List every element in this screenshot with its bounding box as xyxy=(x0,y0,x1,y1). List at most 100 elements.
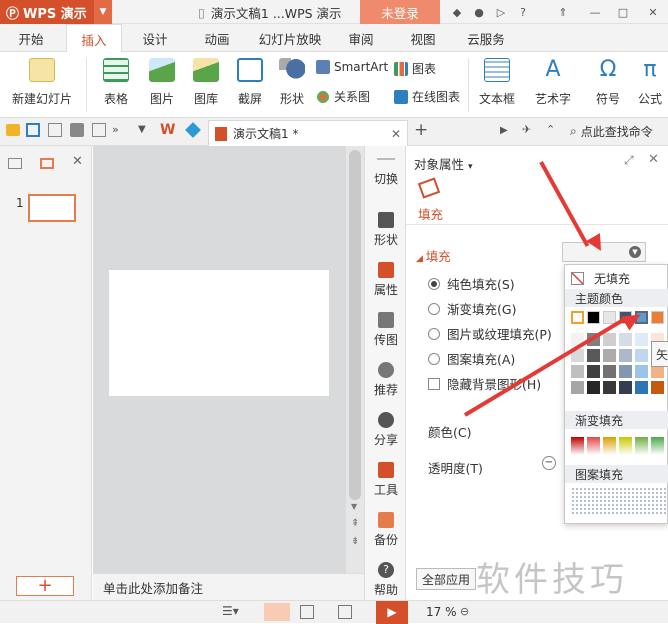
gradient-swatch[interactable] xyxy=(571,437,584,455)
color-swatch[interactable] xyxy=(603,381,616,394)
gradient-swatch[interactable] xyxy=(651,437,664,455)
color-swatch[interactable] xyxy=(603,333,616,346)
add-slide-button[interactable]: + xyxy=(16,576,74,596)
tab-insert[interactable]: 插入 xyxy=(66,24,122,53)
print-preview-icon[interactable] xyxy=(92,123,106,137)
smartart-button[interactable]: SmartArt xyxy=(316,60,388,74)
color-swatch[interactable] xyxy=(619,381,632,394)
tools-tool[interactable]: 工具 xyxy=(365,462,407,498)
tab-design[interactable]: 设计 xyxy=(132,24,178,52)
slide[interactable] xyxy=(109,270,329,396)
color-swatch[interactable] xyxy=(635,381,648,394)
color-swatch[interactable] xyxy=(571,381,584,394)
pattern-fill-option[interactable]: 图案填充(A) xyxy=(428,349,515,368)
undock-icon[interactable]: ⤢ xyxy=(624,153,634,168)
color-swatch[interactable] xyxy=(587,311,600,324)
table-button[interactable]: 表格 xyxy=(96,58,136,107)
picture-button[interactable]: 图片 xyxy=(142,58,182,107)
gallery-button[interactable]: 图库 xyxy=(186,58,226,107)
help-icon[interactable]: ? xyxy=(514,3,532,21)
textbox-button[interactable]: 文本框 xyxy=(474,58,520,107)
shape-tool[interactable]: 形状 xyxy=(365,212,407,248)
wps-w-icon[interactable]: W xyxy=(160,122,175,138)
no-fill-option[interactable]: 无填充 xyxy=(571,270,630,287)
scroll-down-icon[interactable]: ▼ xyxy=(351,502,357,511)
document-tab[interactable]: 演示文稿1 * ✕ xyxy=(208,120,408,146)
prev-slide-icon[interactable]: ⇞ xyxy=(351,518,359,529)
close-panel-icon[interactable]: ✕ xyxy=(648,152,659,167)
apply-all-button[interactable]: 全部应用 xyxy=(416,568,476,590)
vertical-scrollbar[interactable]: ▼ ⇞ ⇟ xyxy=(346,146,364,573)
feedback-icon[interactable]: ▷ xyxy=(492,3,510,21)
color-swatch[interactable] xyxy=(619,349,632,362)
tab-home[interactable]: 开始 xyxy=(8,24,54,52)
save-icon[interactable] xyxy=(26,123,40,137)
open-folder-icon[interactable] xyxy=(6,124,20,136)
color-swatch[interactable] xyxy=(571,311,584,324)
wordart-button[interactable]: A 艺术字 xyxy=(530,58,576,107)
sorter-view-icon[interactable] xyxy=(300,605,314,619)
color-swatch[interactable] xyxy=(603,349,616,362)
formula-button[interactable]: π 公式 xyxy=(632,58,668,107)
command-search[interactable]: ⌕ 点此查找命令 xyxy=(570,123,653,140)
play-icon[interactable]: ▶ xyxy=(500,125,508,136)
gradient-swatch[interactable] xyxy=(619,437,632,455)
export-pdf-icon[interactable] xyxy=(48,123,62,137)
more-icon[interactable]: » xyxy=(112,123,119,136)
color-swatch[interactable] xyxy=(635,349,648,362)
dropdown-icon[interactable]: ▼ xyxy=(138,124,146,135)
settings-icon[interactable]: ● xyxy=(470,3,488,21)
switch-tool[interactable]: 切换 xyxy=(365,150,407,187)
color-swatch[interactable] xyxy=(635,333,648,346)
color-swatch[interactable] xyxy=(587,381,600,394)
share-tool[interactable]: 分享 xyxy=(365,412,407,448)
gradient-fill-option[interactable]: 渐变填充(G) xyxy=(428,299,516,318)
solid-fill-option[interactable]: 纯色填充(S) xyxy=(428,274,515,293)
chart-button[interactable]: 图表 xyxy=(394,60,436,77)
symbol-button[interactable]: Ω 符号 xyxy=(588,58,628,107)
color-swatch[interactable] xyxy=(619,333,632,346)
tab-review[interactable]: 审阅 xyxy=(338,24,384,52)
notes-area[interactable]: 单击此处添加备注 xyxy=(93,573,364,600)
outline-view-icon[interactable] xyxy=(8,158,22,169)
fill-section-header[interactable]: ◢ 填充 xyxy=(416,246,451,265)
close-panel-icon[interactable]: ✕ xyxy=(72,154,83,169)
tab-slideshow[interactable]: 幻灯片放映 xyxy=(252,24,328,52)
login-button[interactable]: 未登录 xyxy=(360,0,440,24)
scrollbar-thumb[interactable] xyxy=(349,150,361,500)
gradient-swatch[interactable] xyxy=(587,437,600,455)
skin-icon[interactable]: ◆ xyxy=(448,3,466,21)
maximize-icon[interactable]: □ xyxy=(614,3,632,21)
play-slideshow-icon[interactable]: ▶ xyxy=(376,601,408,624)
color-swatch[interactable] xyxy=(587,365,600,378)
next-slide-icon[interactable]: ⇟ xyxy=(351,536,359,547)
color-swatch[interactable] xyxy=(603,365,616,378)
slides-view-icon[interactable] xyxy=(40,158,54,169)
property-tool[interactable]: 属性 xyxy=(365,262,407,298)
reading-view-icon[interactable] xyxy=(338,605,352,619)
menu-icon[interactable]: ☰▾ xyxy=(222,604,239,618)
new-tab-icon[interactable]: + xyxy=(414,120,428,140)
expand-icon[interactable]: ⌃ xyxy=(546,123,555,136)
screenshot-button[interactable]: 截屏 xyxy=(230,58,270,107)
chevron-down-icon[interactable]: ▼ xyxy=(94,0,112,24)
restore-ribbon-icon[interactable]: ⇑ xyxy=(554,3,572,21)
close-icon[interactable]: ✕ xyxy=(644,3,662,21)
tab-animation[interactable]: 动画 xyxy=(194,24,240,52)
online-chart-button[interactable]: 在线图表 xyxy=(394,88,460,105)
print-icon[interactable] xyxy=(70,123,84,137)
color-swatch[interactable] xyxy=(587,349,600,362)
color-swatch[interactable] xyxy=(571,365,584,378)
minus-icon[interactable]: − xyxy=(542,456,556,470)
fill-tab[interactable]: 填充 xyxy=(418,204,443,223)
pin-icon[interactable]: ✈ xyxy=(522,123,531,136)
color-swatch[interactable] xyxy=(651,381,664,394)
app-menu-button[interactable]: Ⓟ WPS 演示 ▼ xyxy=(0,0,112,24)
panel-header[interactable]: 对象属性 ▾ xyxy=(414,154,473,173)
recommend-tool[interactable]: 推荐 xyxy=(365,362,407,398)
color-swatch[interactable] xyxy=(619,365,632,378)
relation-button[interactable]: 关系图 xyxy=(316,88,370,105)
picture-fill-option[interactable]: 图片或纹理填充(P) xyxy=(428,324,552,343)
pattern-swatches[interactable] xyxy=(571,487,668,515)
normal-view-icon[interactable] xyxy=(264,603,290,621)
